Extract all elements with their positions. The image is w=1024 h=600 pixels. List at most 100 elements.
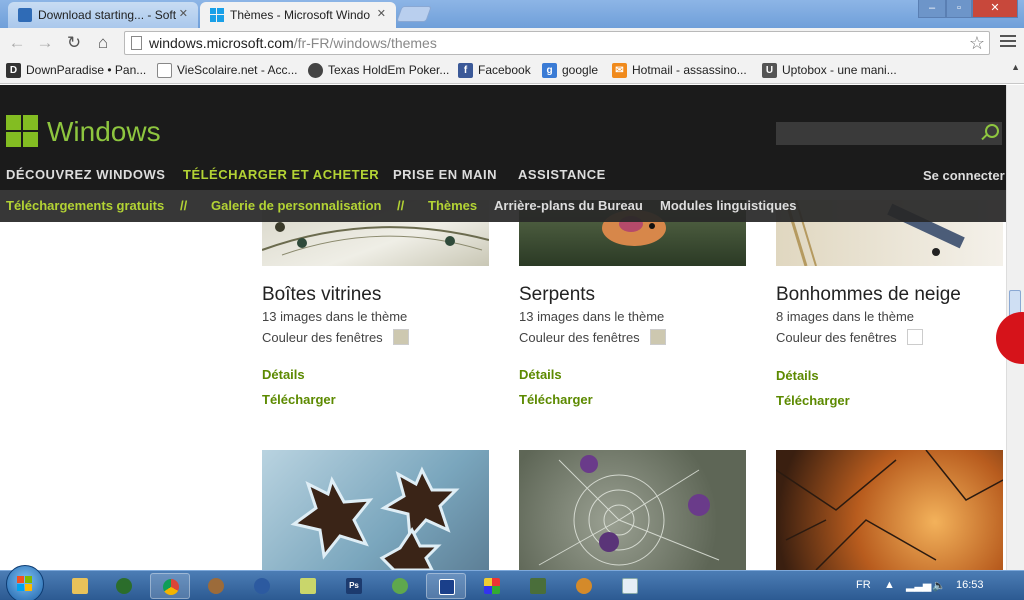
window-color-label: Couleur des fenêtres [262,330,383,345]
maximize-button[interactable]: ▫ [946,0,972,18]
theme-title: Serpents [519,284,596,305]
windows-logo-icon[interactable] [6,115,38,147]
subnav-arriere-plans[interactable]: Arrière-plans du Bureau [494,198,643,213]
bookmark-label: VieScolaire.net - Acc... [177,63,298,77]
signal-icon[interactable]: ▂▃▅ [906,579,931,592]
taskbar-cyberlink[interactable] [242,573,282,599]
details-link[interactable]: Détails [519,367,562,382]
taskbar-picasa[interactable] [472,573,512,599]
bookmark-poker[interactable]: Texas HoldEm Poker... [308,63,450,78]
bookmark-google[interactable]: g google [542,63,599,78]
taskbar-spinner[interactable] [564,573,604,599]
softonic-icon [18,8,32,22]
theme-thumbnail-cookies[interactable] [262,450,489,570]
new-tab-button[interactable] [396,6,432,22]
bookmark-hotmail[interactable]: ✉ Hotmail - assassino... [612,63,747,78]
subnav-galerie-personnalisation[interactable]: Galerie de personnalisation [211,198,382,213]
back-icon[interactable]: ← [6,32,28,54]
theme-image-count: 13 images dans le thème [519,309,665,324]
details-link[interactable]: Détails [776,368,819,383]
taskbar-screen-capture[interactable] [426,573,466,599]
close-icon[interactable]: ✕ [377,7,386,20]
close-icon[interactable]: ✕ [179,7,188,20]
taskbar-media[interactable] [104,573,144,599]
taskbar-photoshop[interactable]: Ps [334,573,374,599]
download-link[interactable]: Télécharger [776,393,850,408]
tab-title: Download starting... - Soft [38,8,177,22]
hotmail-icon: ✉ [612,63,627,78]
site-search-input[interactable] [776,122,1002,145]
taskbar-notepad[interactable] [288,573,328,599]
sign-in-link[interactable]: Se connecter [923,168,1005,183]
bookmark-facebook[interactable]: f Facebook [458,63,531,78]
tab-themes[interactable]: Thèmes - Microsoft Windo ✕ [200,2,396,28]
theme-title: Boîtes vitrines [262,284,382,305]
address-bar[interactable]: windows.microsoft.com/fr-FR/windows/them… [124,31,990,55]
photoshop-icon: Ps [346,578,362,594]
site-logo-text[interactable]: Windows [47,116,161,148]
taskbar-explorer[interactable] [60,573,100,599]
taskbar: Ps FR ▲ ▂▃▅ 🔈 16:53 [0,565,1024,600]
bookmark-label: google [562,63,599,77]
language-indicator[interactable]: FR [856,579,871,591]
nav-decouvrez-windows[interactable]: DÉCOUVREZ WINDOWS [6,167,165,182]
downparadise-icon: D [6,63,21,78]
home-icon[interactable]: ⌂ [92,32,114,54]
breadcrumb-separator: // [397,198,405,213]
messenger-icon [392,578,408,594]
details-link[interactable]: Détails [262,367,305,382]
feedback-tab-icon[interactable] [996,312,1024,364]
start-button[interactable] [6,565,44,600]
theme-thumbnail-spiderweb[interactable] [519,450,746,570]
minimize-button[interactable]: – [918,0,946,18]
bookmarks-bar: D DownParadise • Pan... VieScolaire.net -… [0,58,1024,84]
page-icon [157,63,172,78]
theme-image-count: 13 images dans le thème [262,309,408,324]
forward-icon[interactable]: → [34,32,56,54]
windows-flag-icon [17,576,33,592]
google-icon: g [542,63,557,78]
search-icon[interactable] [985,124,999,138]
nav-telecharger-acheter[interactable]: TÉLÉCHARGER ET ACHETER [183,167,379,182]
bookmark-label: DownParadise • Pan... [26,63,147,77]
tab-download[interactable]: Download starting... - Soft ✕ [8,2,198,28]
theme-thumbnail-frost[interactable] [776,450,1003,570]
bookmark-uptobox[interactable]: U Uptobox - une mani... [762,63,897,78]
window-color-swatch [650,329,666,345]
tray-expand-icon[interactable]: ▲ [884,579,895,591]
window-color-swatch [907,329,923,345]
subnav-telechargements-gratuits[interactable]: Téléchargements gratuits [6,198,164,213]
tab-title: Thèmes - Microsoft Windo [230,8,371,22]
reload-icon[interactable]: ↻ [63,32,85,54]
tab-strip: Download starting... - Soft ✕ Thèmes - M… [0,0,1024,28]
nav-assistance[interactable]: ASSISTANCE [518,167,606,182]
uptobox-icon: U [762,63,777,78]
volume-icon[interactable]: 🔈 [932,579,946,592]
download-link[interactable]: Télécharger [519,392,593,407]
document-icon [622,578,638,594]
windows-icon [210,8,224,22]
page-icon [131,36,142,50]
browser-toolbar: ← → ↻ ⌂ windows.microsoft.com/fr-FR/wind… [0,28,1024,58]
breadcrumb-separator: // [180,198,188,213]
bookmark-viescolaire[interactable]: VieScolaire.net - Acc... [157,63,298,78]
theme-image-count: 8 images dans le thème [776,309,915,324]
taskbar-messenger[interactable] [380,573,420,599]
picasa-icon [484,578,500,594]
taskbar-network[interactable] [518,573,558,599]
bookmark-label: Texas HoldEm Poker... [328,63,450,77]
bookmark-downparadise[interactable]: D DownParadise • Pan... [6,63,147,78]
taskbar-paint[interactable] [196,573,236,599]
taskbar-chrome[interactable] [150,573,190,599]
nav-prise-en-main[interactable]: PRISE EN MAIN [393,167,497,182]
taskbar-document[interactable] [610,573,650,599]
site-header: Windows DÉCOUVREZ WINDOWS TÉLÉCHARGER ET… [0,85,1006,190]
subnav-modules-linguistiques[interactable]: Modules linguistiques [660,198,797,213]
clock[interactable]: 16:53 [956,579,984,591]
menu-icon[interactable] [1000,35,1016,49]
window-close-button[interactable]: ✕ [972,0,1018,18]
subnav-themes[interactable]: Thèmes [428,198,477,213]
scroll-up-arrow-icon[interactable]: ▲ [1011,62,1020,72]
download-link[interactable]: Télécharger [262,392,336,407]
bookmark-star-icon[interactable]: ☆ [969,32,985,54]
